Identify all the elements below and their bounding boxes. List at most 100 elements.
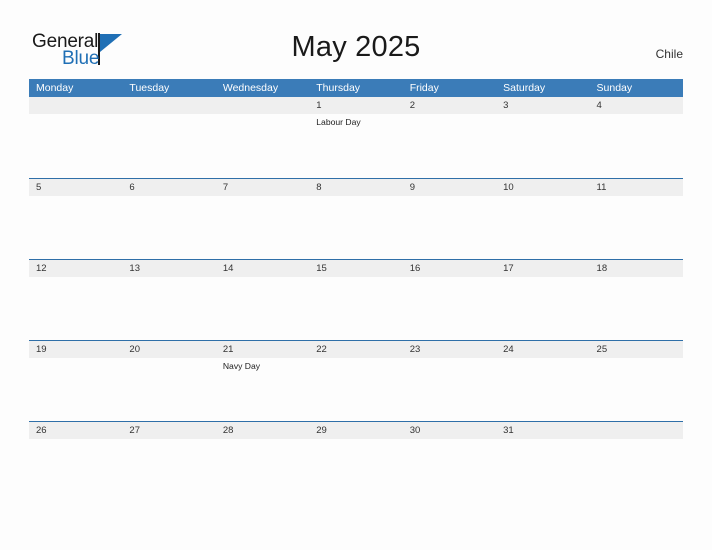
day-cell[interactable] [122,277,215,340]
day-number[interactable]: 9 [403,179,496,196]
day-number[interactable]: 1 [309,97,402,114]
day-number[interactable]: 16 [403,260,496,277]
calendar-page: General Blue May 2025 Chile Monday Tuesd… [0,0,712,550]
day-number[interactable]: 31 [496,422,589,439]
day-cell[interactable] [122,439,215,502]
day-cell[interactable] [590,114,683,177]
calendar-grid: Monday Tuesday Wednesday Thursday Friday… [29,79,683,502]
page-header: General Blue May 2025 Chile [0,0,712,78]
day-cell[interactable] [403,114,496,177]
week-row: 12 13 14 15 16 17 18 [29,259,683,340]
day-cell[interactable] [216,196,309,259]
day-number[interactable]: 5 [29,179,122,196]
day-cell[interactable] [29,439,122,502]
day-number[interactable] [216,97,309,114]
event-label: Navy Day [222,361,261,371]
day-cell[interactable]: Navy Day [216,358,309,421]
day-number[interactable]: 28 [216,422,309,439]
day-number[interactable]: 4 [590,97,683,114]
day-number[interactable]: 30 [403,422,496,439]
weekday-header-tuesday: Tuesday [129,82,170,94]
day-number[interactable]: 24 [496,341,589,358]
day-number[interactable]: 7 [216,179,309,196]
day-cell[interactable] [216,439,309,502]
day-number[interactable]: 17 [496,260,589,277]
day-cell[interactable] [403,196,496,259]
country-label: Chile [655,47,683,61]
day-cell[interactable] [496,277,589,340]
weekday-header-thursday: Thursday [316,82,361,94]
day-cell[interactable] [590,439,683,502]
week-daynumber-band: 1 2 3 4 [29,97,683,114]
day-number[interactable]: 14 [216,260,309,277]
day-cell[interactable] [496,358,589,421]
day-number[interactable]: 19 [29,341,122,358]
day-number[interactable]: 8 [309,179,402,196]
weekday-header-wednesday: Wednesday [222,82,279,94]
week-daynumber-band: 12 13 14 15 16 17 18 [29,259,683,277]
day-number[interactable]: 23 [403,341,496,358]
day-cell[interactable] [403,358,496,421]
week-events-band: Labour Day [29,114,683,177]
day-cell[interactable] [590,358,683,421]
day-cell[interactable] [29,196,122,259]
day-number[interactable]: 25 [590,341,683,358]
day-cell[interactable] [29,114,122,177]
day-cell[interactable] [309,196,402,259]
day-cell[interactable] [496,114,589,177]
day-cell[interactable] [590,277,683,340]
day-cell[interactable] [496,196,589,259]
day-number[interactable]: 6 [122,179,215,196]
day-number[interactable] [590,422,683,439]
day-number[interactable]: 3 [496,97,589,114]
week-daynumber-band: 26 27 28 29 30 31 [29,421,683,439]
day-cell[interactable] [29,277,122,340]
day-number[interactable]: 18 [590,260,683,277]
day-number[interactable]: 21 [216,341,309,358]
week-daynumber-band: 5 6 7 8 9 10 11 [29,178,683,196]
week-events-band [29,439,683,502]
page-title: May 2025 [291,31,421,63]
day-number[interactable]: 22 [309,341,402,358]
week-row: 5 6 7 8 9 10 11 [29,178,683,259]
day-cell[interactable] [216,277,309,340]
week-row: 19 20 21 22 23 24 25 Navy Day [29,340,683,421]
weekday-header-monday: Monday [36,82,74,94]
day-cell[interactable] [496,439,589,502]
day-number[interactable]: 15 [309,260,402,277]
day-number[interactable]: 12 [29,260,122,277]
weekday-header-row: Monday Tuesday Wednesday Thursday Friday… [29,79,683,97]
day-cell[interactable] [29,358,122,421]
day-cell[interactable] [309,358,402,421]
day-cell[interactable] [403,277,496,340]
weekday-header-sunday: Sunday [596,82,633,94]
week-row: 1 2 3 4 Labour Day [29,97,683,178]
day-cell[interactable]: Labour Day [309,114,402,177]
day-number[interactable]: 27 [122,422,215,439]
week-events-band [29,277,683,340]
day-cell[interactable] [590,196,683,259]
day-cell[interactable] [216,114,309,177]
day-cell[interactable] [309,439,402,502]
day-number[interactable] [122,97,215,114]
weekday-header-friday: Friday [409,82,439,94]
week-row: 26 27 28 29 30 31 [29,421,683,502]
day-number[interactable]: 10 [496,179,589,196]
day-cell[interactable] [309,277,402,340]
week-events-band [29,196,683,259]
day-cell[interactable] [403,439,496,502]
day-number[interactable]: 2 [403,97,496,114]
day-cell[interactable] [122,114,215,177]
day-number[interactable]: 26 [29,422,122,439]
day-number[interactable]: 11 [590,179,683,196]
day-cell[interactable] [122,358,215,421]
weekday-header-saturday: Saturday [503,82,546,94]
day-number[interactable] [29,97,122,114]
day-number[interactable]: 13 [122,260,215,277]
day-cell[interactable] [122,196,215,259]
day-number[interactable]: 29 [309,422,402,439]
week-daynumber-band: 19 20 21 22 23 24 25 [29,340,683,358]
day-number[interactable]: 20 [122,341,215,358]
event-label: Labour Day [316,117,361,127]
week-events-band: Navy Day [29,358,683,421]
